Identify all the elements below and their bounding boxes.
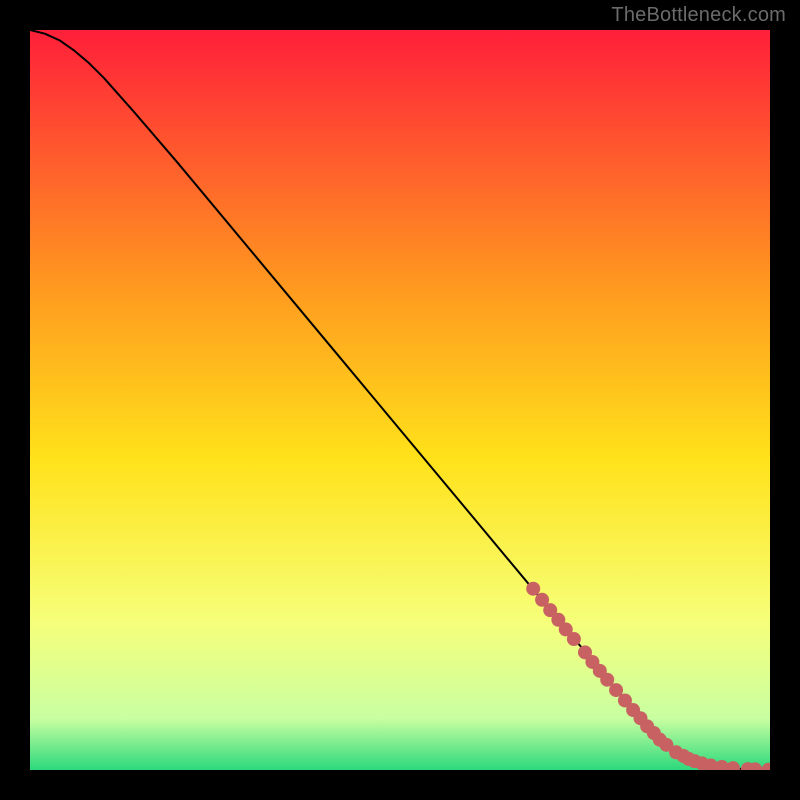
data-point <box>526 582 540 596</box>
gradient-background <box>30 30 770 770</box>
plot-area <box>30 30 770 770</box>
chart-stage: TheBottleneck.com <box>0 0 800 800</box>
data-point <box>567 632 581 646</box>
watermark-label: TheBottleneck.com <box>611 4 786 27</box>
plot-svg <box>30 30 770 770</box>
